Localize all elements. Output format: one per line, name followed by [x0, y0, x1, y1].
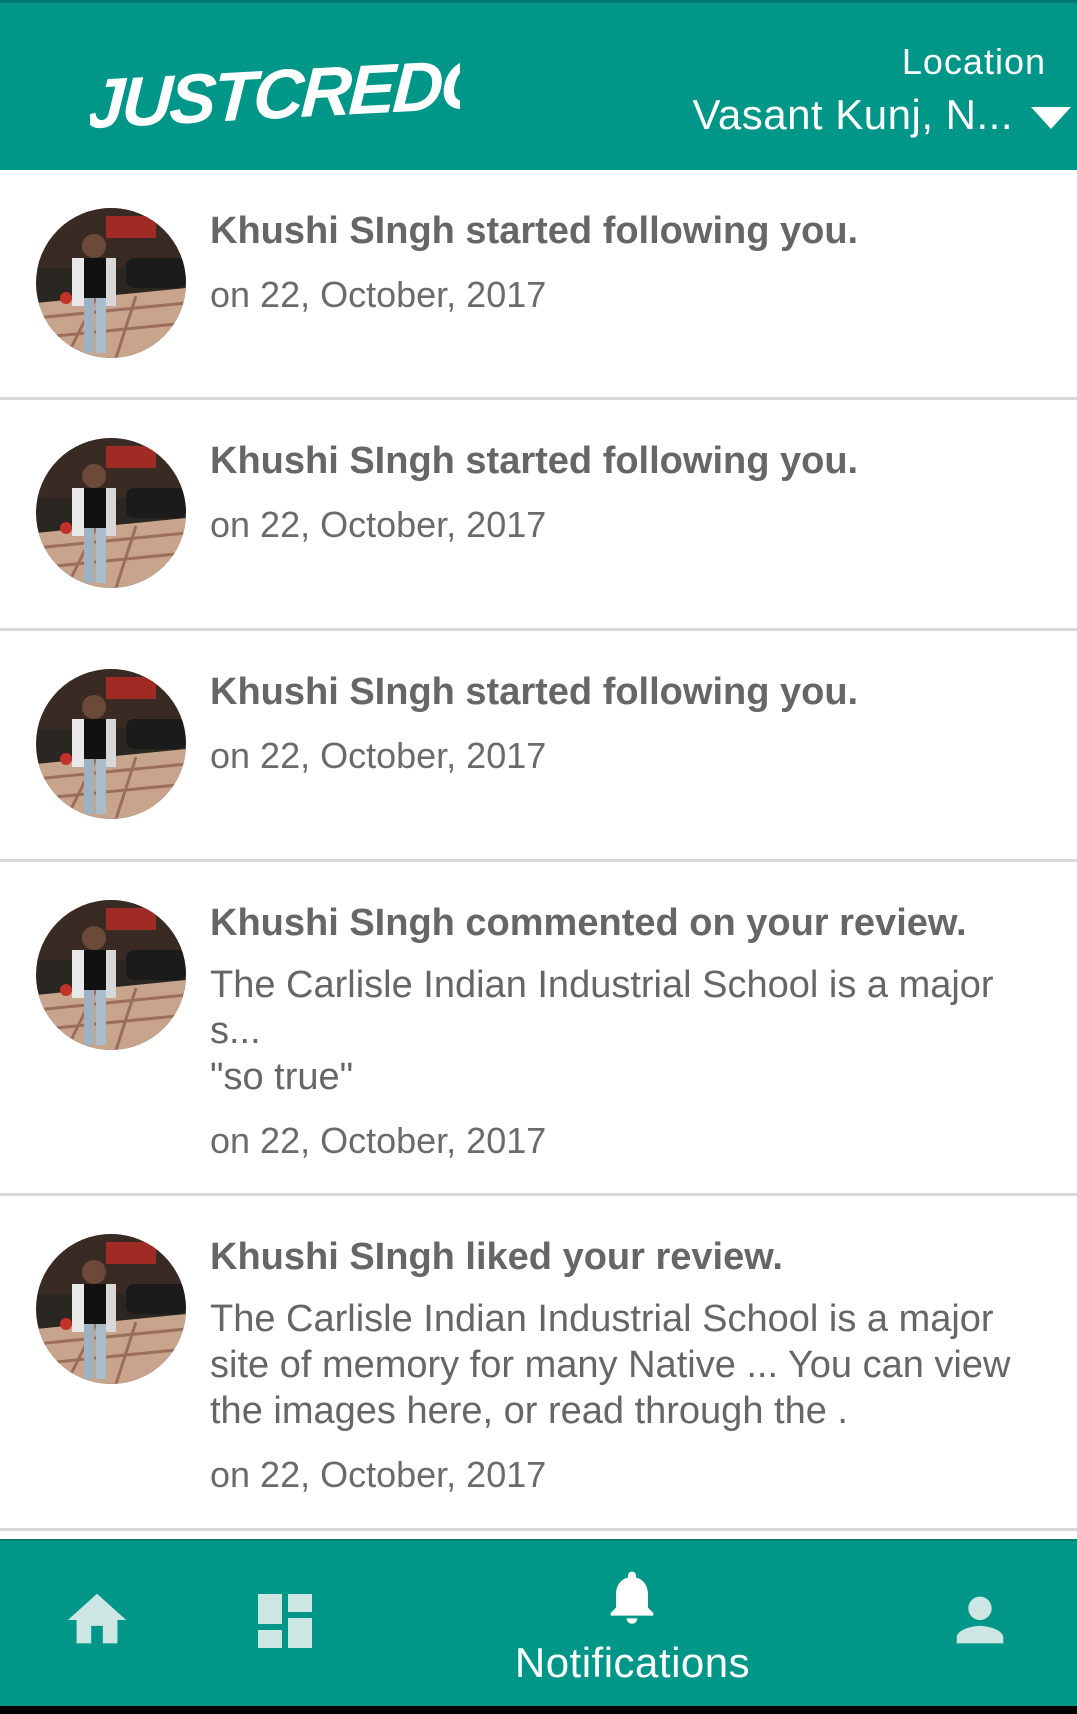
review-excerpt: The Carlisle Indian Industrial School is… — [210, 1298, 1011, 1432]
avatar[interactable] — [36, 208, 186, 358]
top-app-bar: JUSTCREDO Location Vasant Kunj, N... — [0, 0, 1077, 170]
notification-title: Khushi SIngh started following you. — [210, 210, 859, 252]
person-icon — [956, 1596, 1004, 1644]
nav-notifications[interactable]: Notifications — [470, 1541, 795, 1706]
svg-text:JUSTCREDO: JUSTCREDO — [90, 43, 460, 141]
comment-text: "so true" — [210, 1056, 354, 1098]
justcredo-logo[interactable]: JUSTCREDO — [90, 41, 460, 141]
avatar[interactable] — [36, 438, 186, 588]
notification-item[interactable]: Khushi SIngh started following you. on 2… — [0, 400, 1077, 631]
avatar[interactable] — [36, 1234, 186, 1384]
notification-item[interactable]: Khushi SIngh started following you. on 2… — [0, 631, 1077, 862]
notification-item[interactable]: Khushi SIngh commented on your review. T… — [0, 862, 1077, 1196]
bottom-navigation: Notifications — [0, 1539, 1077, 1714]
nav-profile[interactable] — [930, 1541, 1030, 1706]
bell-icon — [610, 1571, 654, 1624]
notification-date: on 22, October, 2017 — [210, 1454, 547, 1495]
avatar[interactable] — [36, 900, 186, 1050]
notification-date: on 22, October, 2017 — [210, 274, 547, 315]
notification-item[interactable]: Khushi SIngh liked your review. The Carl… — [0, 1196, 1077, 1531]
notification-item[interactable]: Khushi SIngh started following you. on 2… — [0, 170, 1077, 400]
notification-title: Khushi SIngh commented on your review. — [210, 902, 967, 944]
notification-title: Khushi SIngh started following you. — [210, 440, 859, 482]
home-icon — [67, 1593, 127, 1644]
dashboard-icon — [258, 1594, 312, 1648]
chevron-down-icon[interactable] — [1029, 103, 1073, 133]
location-label: Location — [901, 41, 1046, 82]
avatar[interactable] — [36, 669, 186, 819]
nav-notifications-label: Notifications — [514, 1639, 751, 1686]
nav-dashboard[interactable] — [225, 1541, 345, 1706]
app-screen: JUSTCREDO Location Vasant Kunj, N... Khu… — [0, 0, 1077, 1714]
location-selector[interactable]: Vasant Kunj, N... — [692, 91, 1013, 139]
notification-title: Khushi SIngh started following you. — [210, 671, 859, 713]
notification-list: Khushi SIngh started following you. on 2… — [0, 170, 1077, 1531]
notification-title: Khushi SIngh liked your review. — [210, 1236, 783, 1278]
notification-date: on 22, October, 2017 — [210, 1120, 547, 1161]
notification-date: on 22, October, 2017 — [210, 504, 547, 545]
notification-date: on 22, October, 2017 — [210, 735, 547, 776]
nav-home[interactable] — [40, 1541, 150, 1706]
review-excerpt: The Carlisle Indian Industrial School is… — [210, 964, 994, 1052]
